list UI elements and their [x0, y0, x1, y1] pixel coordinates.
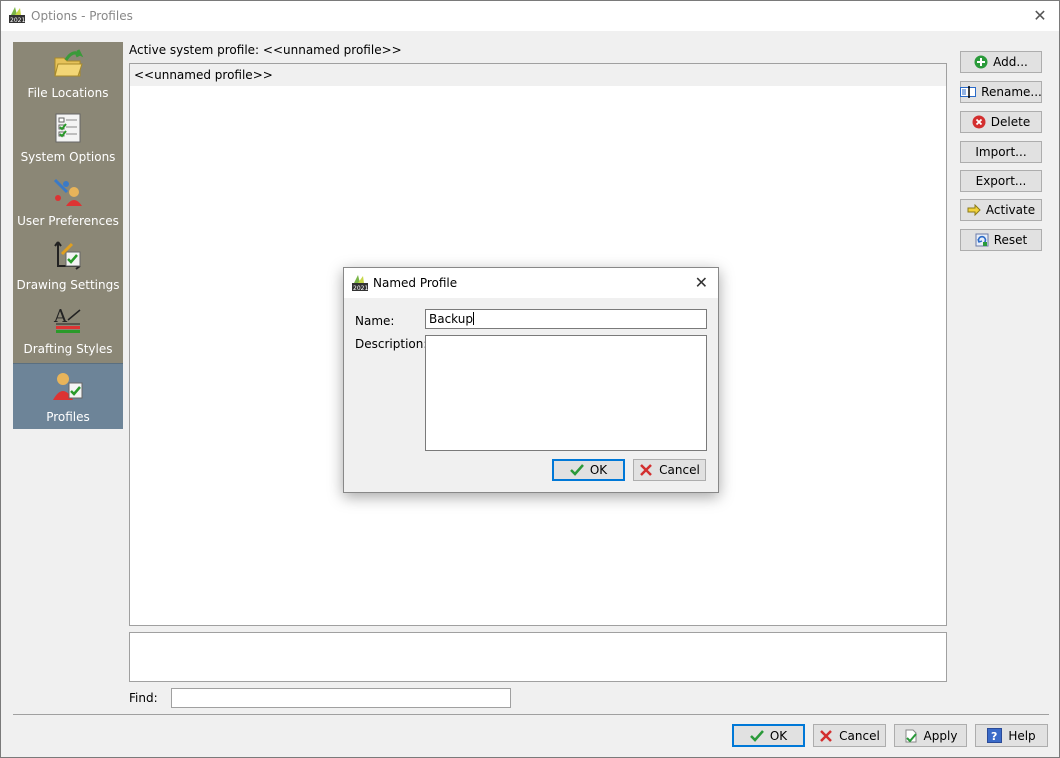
- activate-button-label: Activate: [985, 203, 1036, 217]
- close-icon[interactable]: ✕: [1031, 7, 1049, 25]
- user-preferences-icon: [52, 176, 84, 208]
- dialog-cancel-button[interactable]: Cancel: [633, 459, 706, 481]
- dialog-ok-button[interactable]: OK: [552, 459, 625, 481]
- reset-icon: [975, 233, 989, 247]
- delete-button-label: Delete: [990, 115, 1031, 129]
- find-input[interactable]: [171, 688, 511, 708]
- import-button-label: Import...: [975, 145, 1027, 159]
- name-label: Name:: [355, 314, 395, 328]
- dialog-ok-label: OK: [589, 463, 608, 477]
- sidebar-item-label: File Locations: [27, 86, 109, 100]
- help-icon: ?: [987, 728, 1003, 743]
- activate-button[interactable]: Activate: [960, 199, 1042, 221]
- svg-text:?: ?: [991, 730, 997, 743]
- drawing-settings-icon: [52, 240, 84, 272]
- checkmark-icon: [569, 464, 584, 476]
- bottom-separator: [13, 714, 1049, 715]
- svg-text:2021: 2021: [353, 285, 368, 291]
- checkmark-icon: [749, 729, 764, 742]
- named-profile-dialog: 2021 Named Profile ✕ Name: Description: …: [343, 267, 719, 493]
- text-caret: [473, 312, 474, 325]
- reset-button-label: Reset: [993, 233, 1028, 247]
- rename-button[interactable]: Rename...: [960, 81, 1042, 103]
- profile-description-input[interactable]: [425, 335, 707, 451]
- cancel-button[interactable]: Cancel: [813, 724, 886, 747]
- active-profile-label: Active system profile: <<unnamed profile…: [129, 43, 402, 57]
- apply-button[interactable]: Apply: [894, 724, 967, 747]
- help-button[interactable]: ? Help: [975, 724, 1048, 747]
- sidebar-item-label: Drafting Styles: [23, 342, 113, 356]
- help-button-label: Help: [1008, 728, 1036, 743]
- checklist-icon: [52, 112, 84, 144]
- export-button[interactable]: Export...: [960, 170, 1042, 192]
- app-logo-icon: 2021: [9, 7, 25, 26]
- sidebar-item-drafting-styles[interactable]: A Drafting Styles: [13, 298, 123, 362]
- arrow-right-icon: [967, 204, 981, 216]
- options-window: 2021 Options - Profiles ✕ File Locations…: [0, 0, 1060, 758]
- reset-button[interactable]: Reset: [960, 229, 1042, 251]
- dialog-title-bar: 2021 Named Profile ✕: [344, 268, 718, 298]
- rename-button-label: Rename...: [981, 85, 1042, 99]
- sidebar-item-profiles[interactable]: Profiles: [13, 363, 123, 429]
- dialog-title: Named Profile: [373, 276, 458, 290]
- sidebar-item-label: Profiles: [46, 410, 90, 424]
- options-sidebar: File Locations System Options User Prefe…: [13, 42, 123, 429]
- app-logo-icon: 2021: [352, 275, 368, 294]
- sidebar-item-label: Drawing Settings: [16, 278, 120, 292]
- rename-icon: [960, 86, 977, 98]
- dialog-cancel-label: Cancel: [659, 463, 700, 477]
- sidebar-item-user-preferences[interactable]: User Preferences: [13, 170, 123, 234]
- profiles-icon: [52, 370, 84, 402]
- sidebar-item-system-options[interactable]: System Options: [13, 106, 123, 170]
- add-button[interactable]: Add...: [960, 51, 1042, 73]
- profile-name-input[interactable]: Backup: [425, 309, 707, 329]
- cancel-x-icon: [820, 729, 833, 742]
- delete-button[interactable]: Delete: [960, 111, 1042, 133]
- drafting-styles-icon: A: [52, 304, 84, 336]
- svg-text:2021: 2021: [10, 17, 25, 23]
- profile-name-value: Backup: [429, 312, 473, 326]
- sidebar-item-drawing-settings[interactable]: Drawing Settings: [13, 234, 123, 298]
- delete-icon: [972, 115, 986, 129]
- apply-button-label: Apply: [923, 728, 958, 743]
- add-icon: [974, 55, 988, 69]
- sidebar-item-label: System Options: [20, 150, 116, 164]
- ok-button[interactable]: OK: [732, 724, 805, 747]
- sidebar-item-file-locations[interactable]: File Locations: [13, 42, 123, 106]
- folder-arrow-icon: [52, 48, 84, 80]
- description-label: Description:: [355, 337, 428, 351]
- window-title: Options - Profiles: [31, 9, 133, 23]
- list-item[interactable]: <<unnamed profile>>: [130, 64, 946, 86]
- profile-description-box: [129, 632, 947, 682]
- add-button-label: Add...: [993, 55, 1028, 69]
- export-button-label: Export...: [975, 174, 1027, 188]
- cancel-button-label: Cancel: [839, 728, 880, 743]
- find-label: Find:: [129, 691, 158, 705]
- cancel-x-icon: [640, 464, 653, 476]
- title-bar: 2021 Options - Profiles ✕: [1, 1, 1059, 31]
- ok-button-label: OK: [769, 728, 788, 743]
- import-button[interactable]: Import...: [960, 141, 1042, 163]
- apply-icon: [905, 729, 917, 742]
- sidebar-item-label: User Preferences: [17, 214, 119, 228]
- close-icon[interactable]: ✕: [695, 273, 708, 292]
